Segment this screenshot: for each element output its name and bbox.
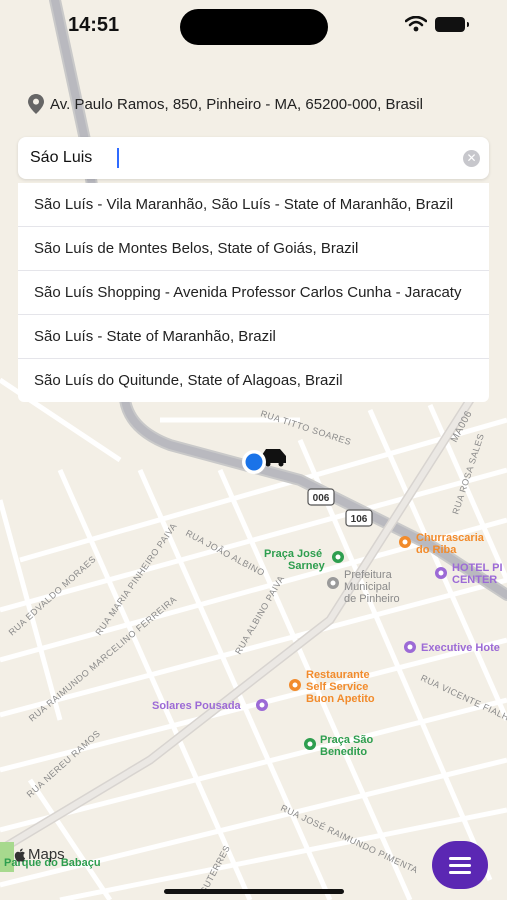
svg-text:Self Service: Self Service (306, 681, 368, 693)
status-time: 14:51 (68, 14, 120, 36)
svg-text:Executive Hote: Executive Hote (421, 642, 500, 654)
svg-text:Solares Pousada: Solares Pousada (152, 700, 242, 712)
svg-text:CENTER: CENTER (452, 574, 497, 586)
location-pin-icon (28, 94, 44, 114)
text-cursor (117, 148, 119, 168)
svg-text:Restaurante: Restaurante (306, 669, 370, 681)
suggestion-item[interactable]: São Luís - State of Maranhão, Brazil (18, 315, 489, 359)
search-bar[interactable]: ✕ (18, 137, 489, 179)
search-input[interactable] (30, 137, 450, 179)
maps-attribution[interactable]: Maps (14, 846, 65, 863)
suggestion-list: São Luís - Vila Maranhão, São Luís - Sta… (18, 183, 489, 402)
status-icons (405, 16, 469, 32)
svg-text:Municipal: Municipal (344, 581, 390, 593)
status-bar: 14:51 (0, 0, 507, 54)
user-location-dot (242, 450, 266, 474)
svg-text:Prefeitura: Prefeitura (344, 569, 393, 581)
svg-text:Praça José: Praça José (264, 548, 322, 560)
svg-text:HOTEL PI: HOTEL PI (452, 562, 503, 574)
route-shield-106: 106 (345, 509, 373, 527)
svg-text:de Pinheiro: de Pinheiro (344, 593, 400, 605)
wifi-icon (405, 16, 427, 32)
menu-button[interactable] (432, 841, 488, 889)
suggestion-item[interactable]: São Luís - Vila Maranhão, São Luís - Sta… (18, 183, 489, 227)
svg-text:Benedito: Benedito (320, 746, 367, 758)
svg-text:Buon Apetito: Buon Apetito (306, 693, 375, 705)
home-indicator[interactable] (164, 889, 344, 894)
current-address: Av. Paulo Ramos, 850, Pinheiro - MA, 652… (28, 94, 423, 114)
dynamic-island (180, 9, 328, 45)
map-view[interactable]: RUA TITTO SOARES RUA ROSA SALES RUA JOÃO… (0, 0, 507, 900)
maps-label: Maps (28, 846, 65, 863)
svg-text:006: 006 (313, 493, 330, 504)
svg-text:106: 106 (351, 514, 368, 525)
hamburger-icon (449, 856, 471, 860)
route-shield-006: 006 (307, 488, 335, 506)
clear-search-button[interactable]: ✕ (463, 150, 480, 167)
svg-text:Praça São: Praça São (320, 734, 373, 746)
svg-text:do Riba: do Riba (416, 544, 457, 556)
hamburger-line (449, 863, 471, 867)
apple-logo-icon (14, 848, 26, 862)
address-label: Av. Paulo Ramos, 850, Pinheiro - MA, 652… (50, 95, 423, 113)
svg-text:Sarney: Sarney (288, 560, 326, 572)
hamburger-line (449, 870, 471, 874)
suggestion-item[interactable]: São Luís Shopping - Avenida Professor Ca… (18, 271, 489, 315)
svg-text:Churrascaria: Churrascaria (416, 532, 485, 544)
battery-icon (435, 16, 469, 32)
suggestion-item[interactable]: São Luís de Montes Belos, State of Goiás… (18, 227, 489, 271)
suggestion-item[interactable]: São Luís do Quitunde, State of Alagoas, … (18, 359, 489, 402)
